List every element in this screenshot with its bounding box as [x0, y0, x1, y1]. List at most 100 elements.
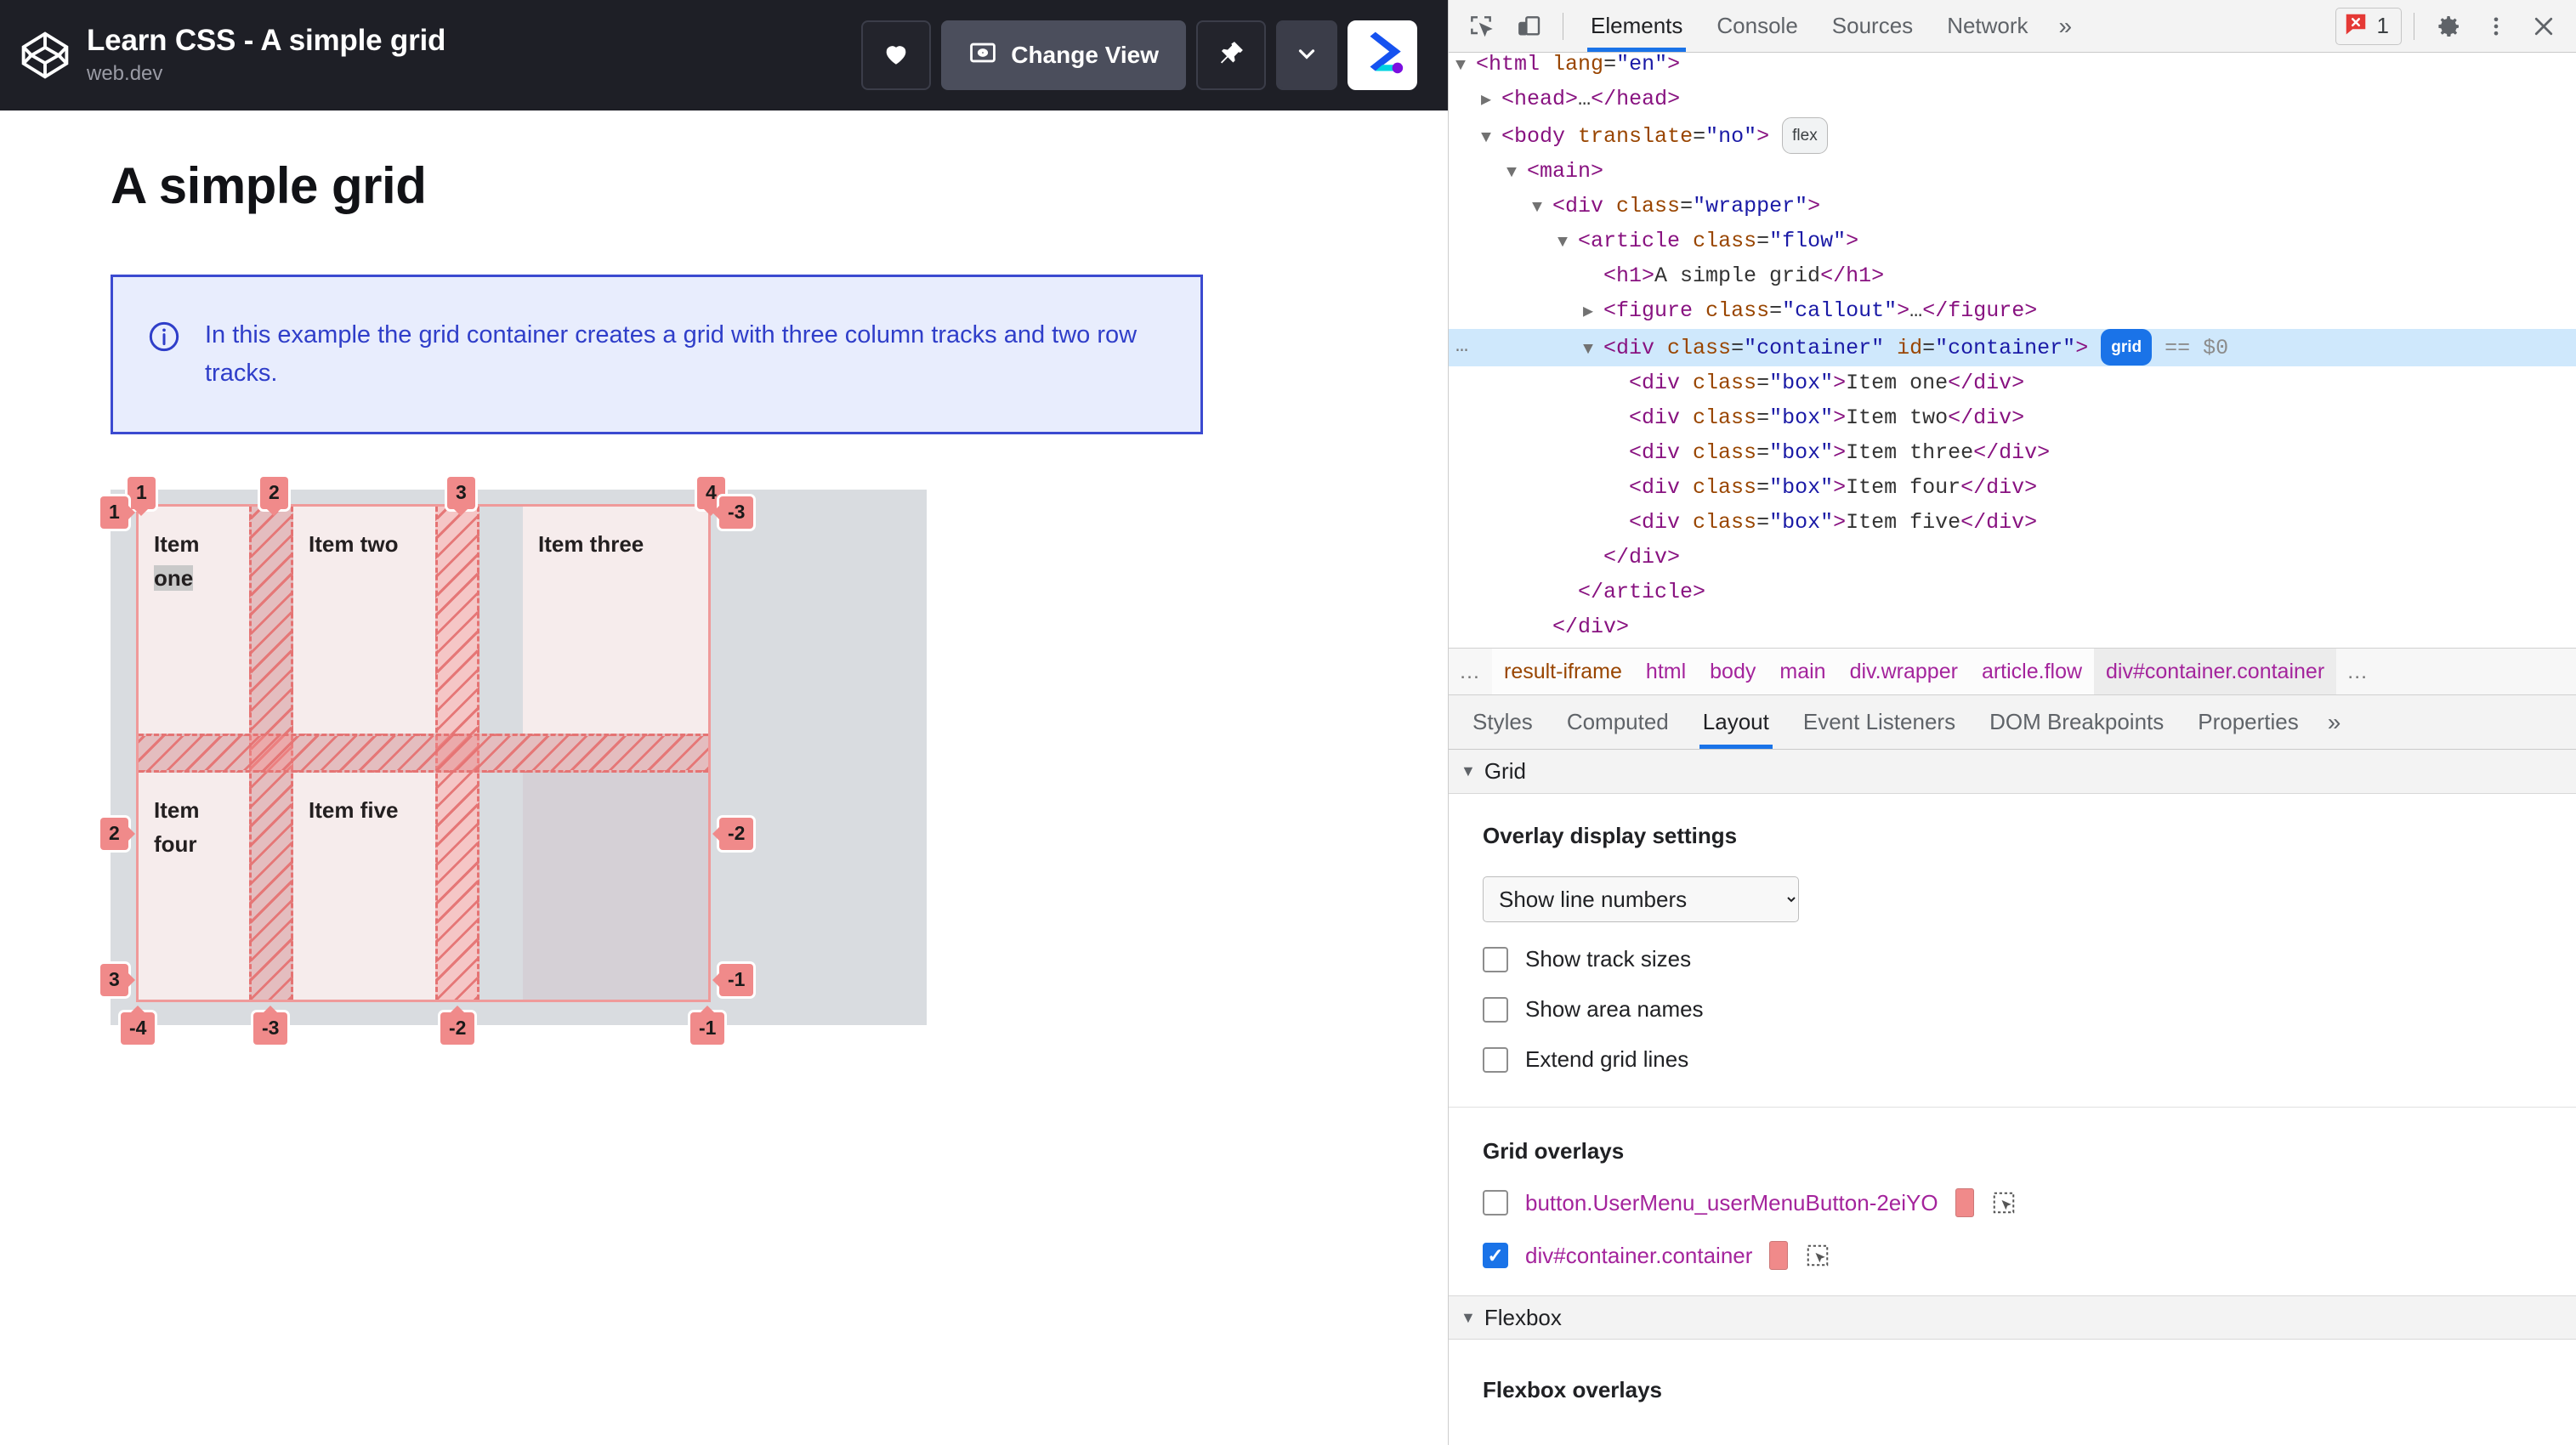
grid-overlay-selector[interactable]: button.UserMenu_userMenuButton-2eiYO — [1525, 1190, 1938, 1216]
checkbox-extend-grid-lines[interactable]: Extend grid lines — [1483, 1046, 2576, 1073]
inspect-element-icon[interactable] — [1459, 6, 1503, 47]
device-toolbar-icon[interactable] — [1506, 6, 1551, 47]
dom-node[interactable]: ▼ <main> — [1449, 155, 2576, 190]
color-swatch[interactable] — [1769, 1241, 1789, 1270]
dom-node[interactable]: <div class="box">Item three</div> — [1449, 436, 2576, 471]
disclosure-triangle[interactable] — [1609, 375, 1629, 394]
dom-node-selected[interactable]: … ▼ <div class="container" id="container"… — [1449, 329, 2576, 366]
disclosure-triangle[interactable] — [1583, 549, 1603, 569]
tab-sources[interactable]: Sources — [1817, 1, 1928, 52]
breadcrumb-item[interactable]: html — [1633, 649, 1699, 694]
checkbox-show-track-sizes[interactable]: Show track sizes — [1483, 946, 2576, 972]
color-swatch[interactable] — [1955, 1188, 1974, 1217]
dom-node[interactable]: <div class="box">Item one</div> — [1449, 366, 2576, 401]
disclosure-triangle[interactable]: ▶ — [1583, 303, 1603, 322]
devtools-panel: Elements Console Sources Network » 1 ▼ <… — [1448, 0, 2576, 1445]
breadcrumb: … result-iframe html body main div.wrapper ar… — [1449, 648, 2576, 695]
disclosure-triangle[interactable]: ▶ — [1481, 91, 1501, 110]
grid-section-header[interactable]: ▼ Grid — [1449, 750, 2576, 794]
breadcrumb-item[interactable]: main — [1767, 649, 1838, 694]
breadcrumb-item[interactable]: article.flow — [1969, 649, 2095, 694]
disclosure-triangle[interactable] — [1609, 479, 1629, 499]
grid-overlay-row-usermenu[interactable]: button.UserMenu_userMenuButton-2eiYO — [1483, 1188, 2576, 1217]
pin-button[interactable] — [1196, 20, 1266, 90]
dom-node[interactable]: ▼ <body translate="no"> flex — [1449, 117, 2576, 155]
dom-node[interactable]: ▼ <html lang="en"> — [1449, 53, 2576, 82]
love-button[interactable] — [861, 20, 932, 90]
tab-properties[interactable]: Properties — [2181, 696, 2316, 749]
dom-node[interactable]: </main> — [1449, 645, 2576, 648]
codepen-brand-button[interactable] — [1348, 20, 1417, 90]
select-element-icon[interactable] — [1805, 1243, 1830, 1268]
tab-console[interactable]: Console — [1701, 1, 1813, 52]
tab-styles[interactable]: Styles — [1455, 696, 1550, 749]
checkbox-box[interactable] — [1483, 1190, 1508, 1216]
dom-node[interactable]: ▶ <head>…</head> — [1449, 82, 2576, 117]
more-tabs-icon[interactable]: » — [2047, 13, 2085, 40]
pen-meta: Learn CSS - A simple grid web.dev — [87, 24, 445, 87]
grid-overlay-row-container[interactable]: div#container.container — [1483, 1241, 2576, 1270]
checkbox-box[interactable] — [1483, 1243, 1508, 1268]
disclosure-triangle[interactable]: ▼ — [1583, 340, 1603, 360]
dom-node[interactable]: </article> — [1449, 575, 2576, 610]
error-icon — [2343, 11, 2369, 41]
pin-dropdown-button[interactable] — [1276, 20, 1337, 90]
checkbox-show-area-names[interactable]: Show area names — [1483, 996, 2576, 1023]
disclosure-triangle[interactable] — [1609, 514, 1629, 534]
tab-dom-breakpoints[interactable]: DOM Breakpoints — [1972, 696, 2181, 749]
disclosure-triangle[interactable]: ▼ — [1506, 163, 1527, 183]
dom-tree[interactable]: ▼ <html lang="en"> ▶ <head>…</head> ▼ <bod… — [1449, 53, 2576, 648]
breadcrumb-leading-ellipsis[interactable]: … — [1449, 660, 1492, 684]
more-sidebar-tabs-icon[interactable]: » — [2316, 709, 2353, 736]
disclosure-triangle[interactable] — [1558, 584, 1578, 604]
disclosure-triangle[interactable]: ▼ — [1532, 198, 1552, 218]
dom-node[interactable]: <div class="box">Item two</div> — [1449, 401, 2576, 436]
dom-node[interactable]: <div class="box">Item four</div> — [1449, 471, 2576, 506]
grid-line-bottom-minus2: -2 — [440, 1005, 475, 1045]
breadcrumb-item[interactable]: result-iframe — [1492, 649, 1634, 694]
tab-computed[interactable]: Computed — [1550, 696, 1686, 749]
disclosure-triangle[interactable]: ▼ — [1558, 233, 1578, 252]
callout-text: In this example the grid container creat… — [205, 321, 1138, 387]
disclosure-triangle[interactable] — [1609, 410, 1629, 429]
checkbox-box[interactable] — [1483, 996, 1508, 1023]
flexbox-section-header[interactable]: ▼ Flexbox — [1449, 1295, 2576, 1340]
change-view-button[interactable]: Change View — [941, 20, 1186, 90]
grid-empty-cell — [523, 772, 708, 1000]
grid-item-four-line1: Item — [154, 796, 200, 823]
divider — [1449, 1107, 2576, 1108]
breadcrumb-item[interactable]: body — [1698, 649, 1768, 694]
tab-elements[interactable]: Elements — [1575, 1, 1698, 52]
close-icon[interactable] — [2522, 6, 2566, 47]
disclosure-triangle[interactable] — [1532, 619, 1552, 638]
dom-node[interactable]: ▶ <figure class="callout">…</figure> — [1449, 294, 2576, 329]
grid-line-top-2: 2 — [260, 476, 288, 516]
dom-node[interactable]: <h1>A simple grid</h1> — [1449, 259, 2576, 294]
grid-overlay-selector[interactable]: div#container.container — [1525, 1243, 1752, 1269]
select-element-icon[interactable] — [1991, 1190, 2017, 1216]
dom-node[interactable]: </div> — [1449, 610, 2576, 645]
dom-node[interactable]: <div class="box">Item five</div> — [1449, 506, 2576, 541]
disclosure-triangle[interactable] — [1583, 268, 1603, 287]
tab-event-listeners[interactable]: Event Listeners — [1786, 696, 1972, 749]
checkbox-box[interactable] — [1483, 946, 1508, 972]
grid-item-one-line2: one — [154, 565, 194, 592]
dom-node[interactable]: ▼ <div class="wrapper"> — [1449, 190, 2576, 224]
dom-node[interactable]: ▼ <article class="flow"> — [1449, 224, 2576, 259]
disclosure-triangle[interactable]: ▼ — [1455, 56, 1476, 76]
grid-item-four-line2: four — [154, 831, 197, 858]
checkbox-box[interactable] — [1483, 1046, 1508, 1073]
gear-icon[interactable] — [2426, 6, 2471, 47]
tab-layout[interactable]: Layout — [1686, 696, 1786, 749]
breadcrumb-item[interactable]: div.wrapper — [1837, 649, 1970, 694]
disclosure-triangle[interactable] — [1609, 445, 1629, 464]
tab-network[interactable]: Network — [1932, 1, 2043, 52]
kebab-menu-icon[interactable] — [2474, 6, 2518, 47]
breadcrumb-trailing-ellipsis[interactable]: … — [2336, 660, 2380, 684]
line-display-select[interactable]: Hide line labelsShow line numbersShow li… — [1483, 876, 1799, 922]
breadcrumb-item[interactable]: div#container.container — [2094, 649, 2337, 694]
dom-node[interactable]: </div> — [1449, 541, 2576, 575]
disclosure-triangle[interactable]: ▼ — [1481, 128, 1501, 148]
pen-content: A simple grid In this example the grid c… — [0, 110, 1448, 1045]
error-badge[interactable]: 1 — [2335, 7, 2402, 45]
